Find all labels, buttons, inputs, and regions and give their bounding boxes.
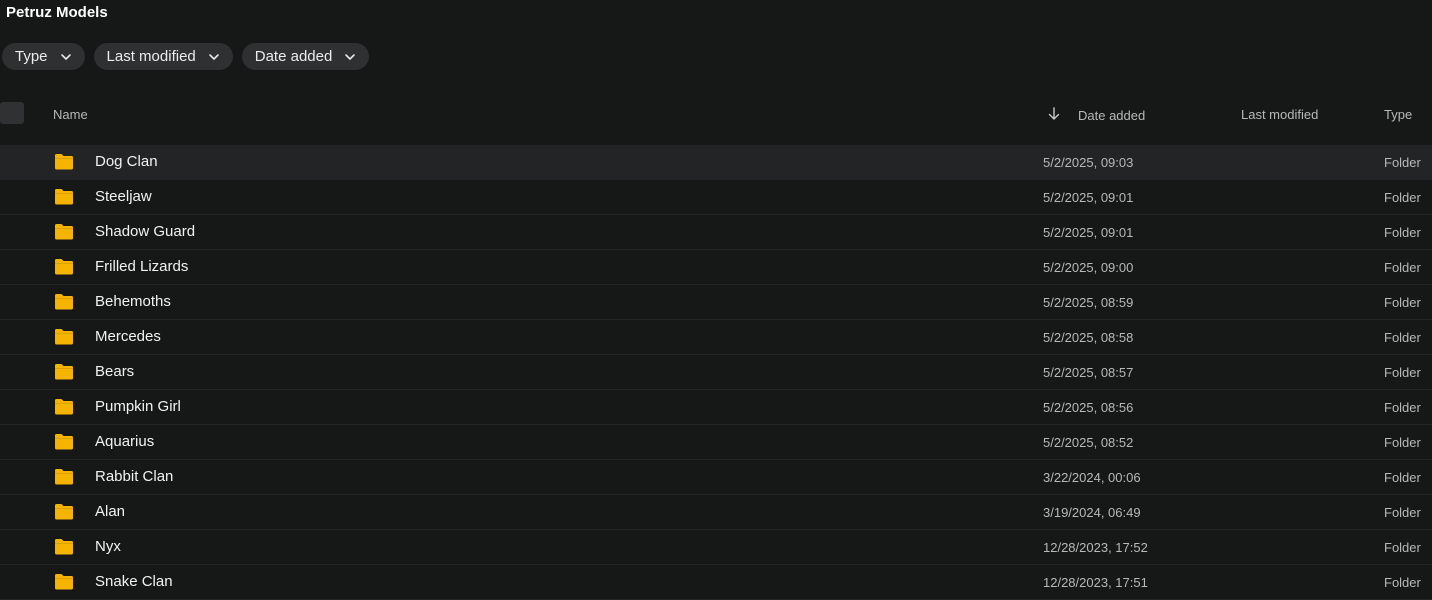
row-type: Folder xyxy=(1384,155,1421,170)
filter-label: Last modified xyxy=(106,48,196,65)
folder-icon xyxy=(54,188,74,205)
row-name[interactable]: Pumpkin Girl xyxy=(95,398,181,415)
chevron-down-icon xyxy=(60,51,72,63)
folder-icon xyxy=(54,573,74,590)
row-date-added: 12/28/2023, 17:51 xyxy=(1043,575,1148,590)
row-type: Folder xyxy=(1384,540,1421,555)
row-type: Folder xyxy=(1384,575,1421,590)
row-date-added: 3/19/2024, 06:49 xyxy=(1043,505,1141,520)
row-date-added: 5/2/2025, 08:57 xyxy=(1043,365,1134,380)
table-row[interactable]: Frilled Lizards 5/2/2025, 09:00 Folder xyxy=(0,250,1432,285)
column-header-date-added[interactable]: Date added xyxy=(1078,108,1145,123)
table-row[interactable]: Rabbit Clan 3/22/2024, 00:06 Folder xyxy=(0,460,1432,495)
row-date-added: 5/2/2025, 09:01 xyxy=(1043,225,1134,240)
table-row[interactable]: Pumpkin Girl 5/2/2025, 08:56 Folder xyxy=(0,390,1432,425)
row-type: Folder xyxy=(1384,505,1421,520)
folder-icon xyxy=(54,538,74,555)
table-row[interactable]: Snake Clan 12/28/2023, 17:51 Folder xyxy=(0,565,1432,600)
column-header-type[interactable]: Type xyxy=(1384,107,1412,122)
row-type: Folder xyxy=(1384,295,1421,310)
table-row[interactable]: Bears 5/2/2025, 08:57 Folder xyxy=(0,355,1432,390)
row-date-added: 5/2/2025, 08:59 xyxy=(1043,295,1134,310)
table-row[interactable]: Mercedes 5/2/2025, 08:58 Folder xyxy=(0,320,1432,355)
folder-icon xyxy=(54,398,74,415)
row-name[interactable]: Bears xyxy=(95,363,134,380)
column-header-name[interactable]: Name xyxy=(53,107,88,122)
date-added-filter-button[interactable]: Date added xyxy=(241,43,370,70)
row-type: Folder xyxy=(1384,260,1421,275)
column-header-last-modified[interactable]: Last modified xyxy=(1241,107,1318,122)
row-name[interactable]: Snake Clan xyxy=(95,573,173,590)
table-header: Name Date added Last modified Type xyxy=(0,98,1432,132)
table-row[interactable]: Steeljaw 5/2/2025, 09:01 Folder xyxy=(0,180,1432,215)
table-row[interactable]: Shadow Guard 5/2/2025, 09:01 Folder xyxy=(0,215,1432,250)
last-modified-filter-button[interactable]: Last modified xyxy=(93,43,233,70)
filter-label: Date added xyxy=(254,48,333,65)
row-type: Folder xyxy=(1384,330,1421,345)
row-name[interactable]: Behemoths xyxy=(95,293,171,310)
filter-bar: Type Last modified Date added xyxy=(2,43,370,70)
folder-icon xyxy=(54,328,74,345)
row-date-added: 5/2/2025, 08:58 xyxy=(1043,330,1134,345)
row-name[interactable]: Shadow Guard xyxy=(95,223,195,240)
row-date-added: 5/2/2025, 09:01 xyxy=(1043,190,1134,205)
folder-icon xyxy=(54,153,74,170)
row-name[interactable]: Nyx xyxy=(95,538,121,555)
table-row[interactable]: Dog Clan 5/2/2025, 09:03 Folder xyxy=(0,145,1432,180)
row-date-added: 5/2/2025, 08:56 xyxy=(1043,400,1134,415)
folder-icon xyxy=(54,433,74,450)
folder-icon xyxy=(54,293,74,310)
row-type: Folder xyxy=(1384,400,1421,415)
row-name[interactable]: Steeljaw xyxy=(95,188,152,205)
row-name[interactable]: Rabbit Clan xyxy=(95,468,173,485)
table-row[interactable]: Aquarius 5/2/2025, 08:52 Folder xyxy=(0,425,1432,460)
table-row[interactable]: Nyx 12/28/2023, 17:52 Folder xyxy=(0,530,1432,565)
folder-icon xyxy=(54,223,74,240)
page-title: Petruz Models xyxy=(6,4,108,21)
row-type: Folder xyxy=(1384,225,1421,240)
folder-icon xyxy=(54,503,74,520)
row-type: Folder xyxy=(1384,190,1421,205)
file-list: Dog Clan 5/2/2025, 09:03 Folder Steeljaw 5/2… xyxy=(0,145,1432,600)
arrow-down-icon[interactable] xyxy=(1047,106,1061,122)
row-date-added: 5/2/2025, 09:03 xyxy=(1043,155,1134,170)
type-filter-button[interactable]: Type xyxy=(2,43,85,70)
row-name[interactable]: Dog Clan xyxy=(95,153,158,170)
row-date-added: 5/2/2025, 09:00 xyxy=(1043,260,1134,275)
row-name[interactable]: Mercedes xyxy=(95,328,161,345)
row-type: Folder xyxy=(1384,470,1421,485)
row-date-added: 5/2/2025, 08:52 xyxy=(1043,435,1134,450)
chevron-down-icon xyxy=(208,51,220,63)
filter-label: Type xyxy=(15,48,48,65)
row-date-added: 3/22/2024, 00:06 xyxy=(1043,470,1141,485)
row-name[interactable]: Frilled Lizards xyxy=(95,258,188,275)
folder-icon xyxy=(54,468,74,485)
folder-icon xyxy=(54,363,74,380)
select-all-checkbox[interactable] xyxy=(0,102,24,124)
table-row[interactable]: Behemoths 5/2/2025, 08:59 Folder xyxy=(0,285,1432,320)
folder-icon xyxy=(54,258,74,275)
chevron-down-icon xyxy=(344,51,356,63)
row-type: Folder xyxy=(1384,435,1421,450)
row-name[interactable]: Alan xyxy=(95,503,125,520)
table-row[interactable]: Alan 3/19/2024, 06:49 Folder xyxy=(0,495,1432,530)
row-date-added: 12/28/2023, 17:52 xyxy=(1043,540,1148,555)
row-name[interactable]: Aquarius xyxy=(95,433,154,450)
row-type: Folder xyxy=(1384,365,1421,380)
